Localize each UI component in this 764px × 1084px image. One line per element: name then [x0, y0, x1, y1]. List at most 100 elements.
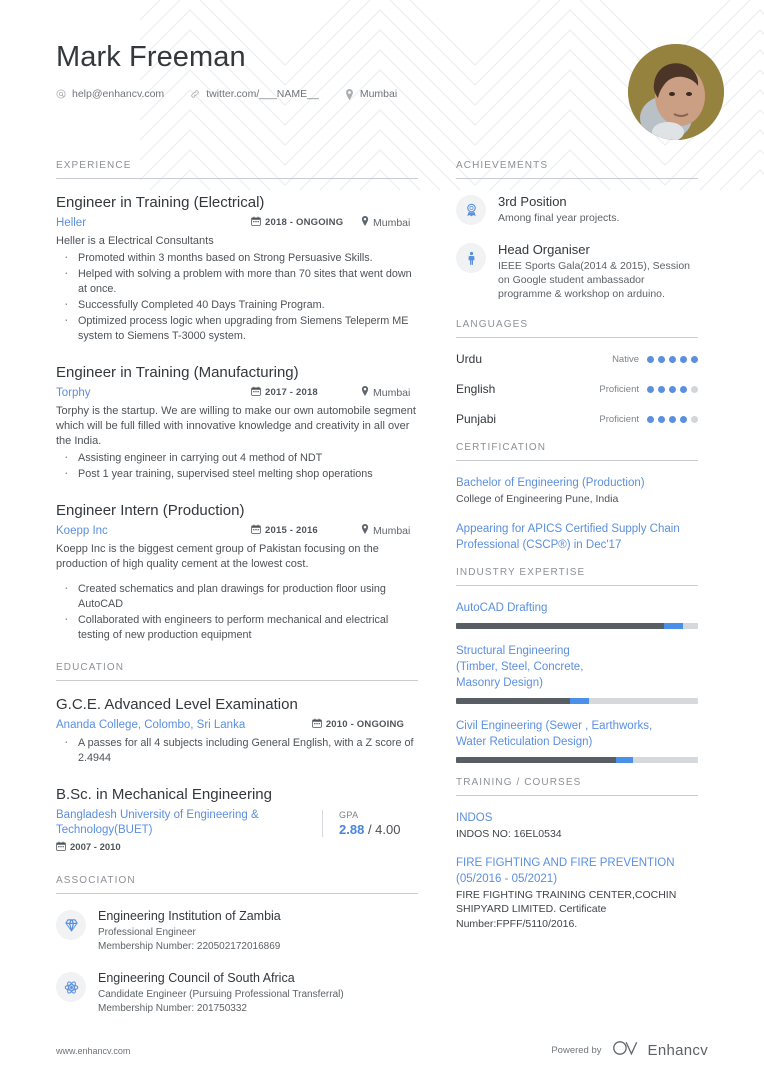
entry-bullets: Promoted within 3 months based on Strong…	[56, 249, 418, 344]
entry-date-text: 2007 - 2010	[70, 842, 121, 853]
achievement-item: Head Organiser IEEE Sports Gala(2014 & 2…	[456, 241, 698, 301]
divider	[456, 585, 698, 586]
contact-location: Mumbai	[345, 88, 397, 100]
enhancv-logo-icon	[612, 1039, 642, 1062]
skill-item: AutoCAD Drafting	[456, 600, 698, 629]
page-title: Mark Freeman	[56, 41, 246, 73]
divider	[456, 337, 698, 338]
entry-degree: G.C.E. Advanced Level Examination	[56, 696, 298, 713]
list-item: Successfully Completed 40 Days Training …	[56, 296, 418, 313]
location-pin-icon	[361, 386, 369, 399]
award-ribbon-icon	[456, 195, 486, 225]
association-role: Professional Engineer	[98, 927, 196, 938]
skill-name: Civil Engineering (Sewer , Earthworks, W…	[456, 720, 653, 748]
list-item: Created schematics and plan drawings for…	[56, 580, 418, 612]
location-pin-icon	[345, 88, 354, 100]
association-membership: Membership Number: 220502172016869	[98, 941, 281, 952]
entry-bullets: Created schematics and plan drawings for…	[56, 580, 418, 643]
skill-bar-fill	[456, 698, 570, 704]
resume-page: Mark Freeman help@enhancv.com twitter.co…	[0, 0, 764, 1084]
training-detail: FIRE FIGHTING TRAINING CENTER,COCHIN SHI…	[456, 888, 677, 930]
entry-role: Engineer in Training (Electrical)	[56, 194, 265, 211]
association-item: Engineering Institution of Zambia Profes…	[56, 908, 418, 954]
list-item: Assisting engineer in carrying out 4 met…	[56, 449, 418, 466]
section-title-industry-expertise: INDUSTRY EXPERTISE	[456, 567, 586, 578]
language-name: Punjabi	[456, 412, 497, 426]
certification-item: Bachelor of Engineering (Production) Col…	[456, 475, 698, 507]
entry-date: 2015 - 2016	[251, 524, 361, 537]
association-title: Engineering Institution of Zambia	[98, 909, 281, 923]
gpa-label: GPA	[339, 810, 359, 820]
gpa-value-row: 2.88 / 4.00	[339, 822, 418, 837]
skill-bar-marker	[615, 757, 633, 763]
contact-email[interactable]: help@enhancv.com	[56, 88, 164, 100]
skill-bar	[456, 623, 698, 629]
language-rating	[647, 355, 698, 363]
resume-body: EXPERIENCE Engineer in Training (Electri…	[0, 160, 764, 1032]
brand-logo[interactable]: Enhancv	[612, 1039, 708, 1062]
calendar-icon	[251, 386, 261, 399]
email-icon	[56, 89, 66, 99]
gpa-scale: / 4.00	[367, 822, 401, 837]
education-entry: G.C.E. Advanced Level Examination Ananda…	[56, 695, 418, 766]
skill-bar	[456, 757, 698, 763]
avatar	[628, 44, 724, 140]
section-education: EDUCATION G.C.E. Advanced Level Examinat…	[56, 662, 418, 856]
rating-dot	[691, 355, 698, 363]
rating-dot	[658, 385, 665, 393]
entry-bullets: A passes for all 4 subjects including Ge…	[56, 734, 418, 766]
entry-company[interactable]: Koepp Inc	[56, 524, 251, 539]
resume-header: Mark Freeman help@enhancv.com twitter.co…	[0, 0, 764, 160]
divider	[456, 795, 698, 796]
entry-location-text: Mumbai	[373, 216, 411, 229]
certification-item: Appearing for APICS Certified Supply Cha…	[456, 521, 698, 553]
calendar-icon	[251, 216, 261, 229]
language-rating	[647, 385, 698, 393]
certification-issuer: College of Engineering Pune, India	[456, 493, 619, 505]
entry-date: 2017 - 2018	[251, 386, 361, 399]
atom-icon	[56, 972, 86, 1002]
language-level: Proficient	[599, 383, 639, 395]
entry-location-text: Mumbai	[373, 386, 411, 399]
footer-url[interactable]: www.enhancv.com	[56, 1046, 130, 1056]
education-entry: B.Sc. in Mechanical Engineering Banglade…	[56, 785, 418, 856]
entry-degree: B.Sc. in Mechanical Engineering	[56, 786, 272, 803]
section-title-achievements: ACHIEVEMENTS	[456, 160, 549, 171]
entry-school[interactable]: Ananda College, Colombo, Sri Lanka	[56, 718, 312, 733]
resume-footer: www.enhancv.com Powered by Enhancv	[0, 1039, 764, 1062]
list-item: Promoted within 3 months based on Strong…	[56, 249, 418, 266]
rating-dot	[669, 355, 676, 363]
contact-link-text: twitter.com/___NAME__	[206, 88, 319, 100]
section-training: TRAINING / COURSES INDOS INDOS NO: 16EL0…	[456, 777, 698, 931]
list-item: Post 1 year training, supervised steel m…	[56, 465, 418, 482]
skill-bar-fill	[456, 623, 665, 629]
achievement-desc: IEEE Sports Gala(2014 & 2015), Session o…	[498, 260, 691, 300]
experience-entry: Engineer in Training (Electrical) Heller…	[56, 193, 418, 344]
achievement-title: Head Organiser	[498, 242, 590, 257]
entry-company[interactable]: Heller	[56, 216, 251, 231]
skill-name: Structural Engineering (Timber, Steel, C…	[456, 645, 584, 689]
training-name[interactable]: INDOS	[456, 810, 698, 826]
entry-date: 2018 - ONGOING	[251, 216, 361, 229]
list-item: Collaborated with engineers to perform m…	[56, 611, 418, 643]
training-name[interactable]: FIRE FIGHTING AND FIRE PREVENTION (05/20…	[456, 855, 698, 887]
achievement-desc: Among final year projects.	[498, 212, 620, 224]
entry-location: Mumbai	[361, 524, 410, 537]
skill-bar-marker	[569, 698, 590, 704]
entry-date-text: 2017 - 2018	[265, 387, 318, 398]
section-experience: EXPERIENCE Engineer in Training (Electri…	[56, 160, 418, 643]
entry-location: Mumbai	[361, 216, 410, 229]
entry-description: Torphy is the startup. We are willing to…	[56, 405, 416, 447]
link-icon	[190, 89, 200, 99]
entry-company[interactable]: Torphy	[56, 386, 251, 401]
contact-link[interactable]: twitter.com/___NAME__	[190, 88, 319, 100]
gpa-value: 2.88	[339, 822, 365, 837]
entry-school[interactable]: Bangladesh University of Engineering & T…	[56, 808, 321, 838]
person-icon	[456, 243, 486, 273]
skill-bar-fill	[456, 757, 616, 763]
certification-name[interactable]: Bachelor of Engineering (Production)	[456, 475, 698, 491]
certification-name[interactable]: Appearing for APICS Certified Supply Cha…	[456, 521, 698, 553]
entry-role: Engineer Intern (Production)	[56, 502, 245, 519]
rating-dot	[669, 385, 676, 393]
right-column: ACHIEVEMENTS 3rd Position Among final ye…	[444, 160, 698, 1032]
